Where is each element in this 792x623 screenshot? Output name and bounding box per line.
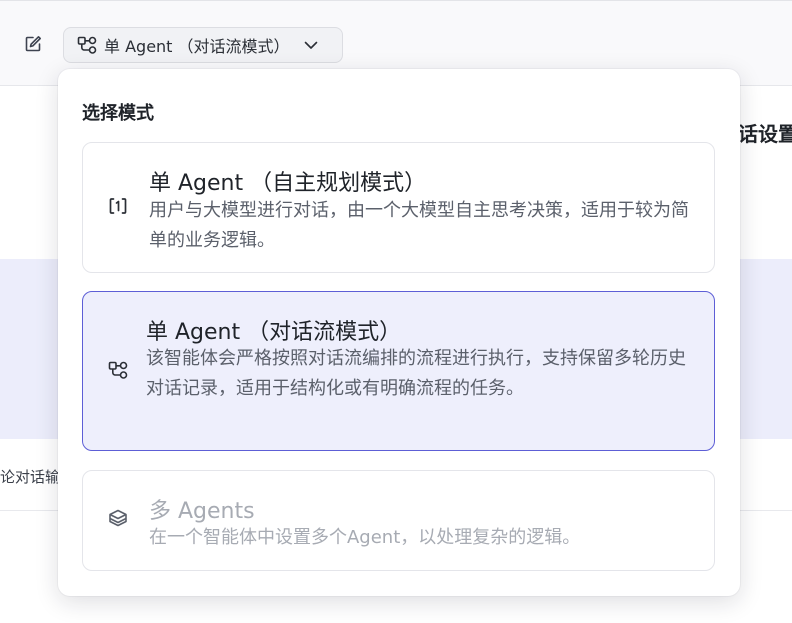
edit-icon	[25, 36, 41, 52]
conversation-settings-heading: 话设置	[738, 122, 792, 146]
option-single-agent-autonomous[interactable]: 单 Agent （自主规划模式） 用户与大模型进行对话，由一个大模型自主思考决策…	[82, 142, 715, 273]
layers-icon	[107, 507, 129, 529]
option-title: 多 Agents	[149, 499, 255, 524]
page: 话设置 论对话输 单 Agent （对话流模式） 选择模式 单 Agent （自…	[0, 0, 792, 623]
option-description: 在一个智能体中设置多个Agent，以处理复杂的逻辑。	[149, 527, 581, 548]
single-agent-icon	[107, 195, 129, 217]
popover-title: 选择模式	[82, 103, 154, 124]
workflow-icon	[107, 359, 129, 381]
option-title: 单 Agent （对话流模式）	[146, 320, 402, 345]
chevron-down-icon	[302, 36, 320, 54]
workflow-icon	[77, 36, 97, 54]
option-description: 用户与大模型进行对话，由一个大模型自主思考决策，适用于较为简单的业务逻辑。	[149, 200, 689, 251]
mode-select-trigger[interactable]: 单 Agent （对话流模式）	[63, 27, 343, 63]
conversation-input-label: 论对话输	[0, 468, 61, 486]
mode-select-popover: 选择模式 单 Agent （自主规划模式） 用户与大模型进行对话，由一个大模型自…	[58, 69, 740, 596]
edit-button[interactable]	[22, 33, 44, 55]
option-multi-agents[interactable]: 多 Agents 在一个智能体中设置多个Agent，以处理复杂的逻辑。	[82, 470, 715, 571]
option-description: 该智能体会严格按照对话流编排的流程进行执行，支持保留多轮历史对话记录，适用于结构…	[146, 348, 686, 399]
option-title: 单 Agent （自主规划模式）	[149, 171, 427, 196]
option-single-agent-workflow[interactable]: 单 Agent （对话流模式） 该智能体会严格按照对话流编排的流程进行执行，支持…	[82, 291, 715, 451]
mode-select-label: 单 Agent （对话流模式）	[104, 37, 290, 56]
